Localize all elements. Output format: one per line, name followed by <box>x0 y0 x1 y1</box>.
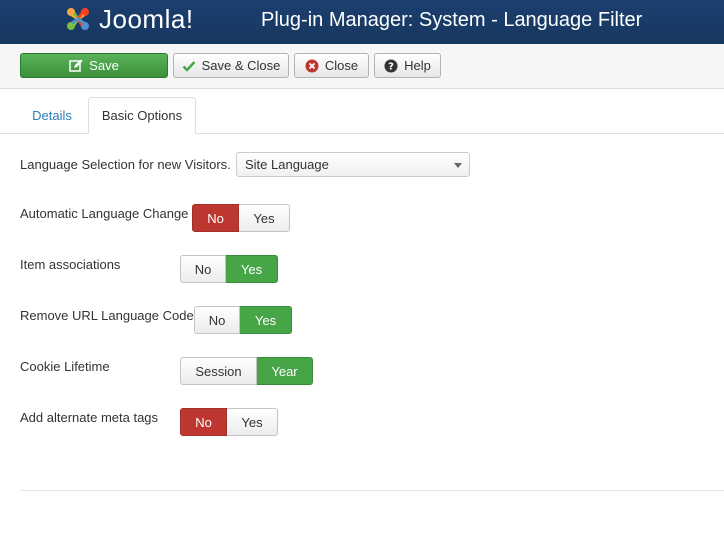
svg-text:?: ? <box>388 61 394 72</box>
lang-selection-label: Language Selection for new Visitors. <box>20 157 231 172</box>
check-icon <box>182 59 196 73</box>
close-label: Close <box>324 58 359 73</box>
tab-details[interactable]: Details <box>20 97 84 134</box>
save-button[interactable]: Save <box>20 53 168 78</box>
edit-icon <box>69 59 83 73</box>
app-header: Joomla! Plug-in Manager: System - Langua… <box>0 0 724 44</box>
save-close-button[interactable]: Save & Close <box>173 53 289 78</box>
joomla-logo[interactable]: Joomla! <box>63 4 194 34</box>
cookie-year[interactable]: Year <box>257 357 313 385</box>
save-close-label: Save & Close <box>201 58 281 73</box>
alt-meta-toggle: No Yes <box>180 408 278 436</box>
close-button[interactable]: Close <box>294 53 369 78</box>
page-title: Plug-in Manager: System - Language Filte… <box>261 9 643 31</box>
item-assoc-toggle: No Yes <box>180 255 278 283</box>
cookie-label: Cookie Lifetime <box>20 359 110 374</box>
auto-change-label: Automatic Language Change <box>20 206 189 221</box>
alt-meta-label: Add alternate meta tags <box>20 410 159 425</box>
form-divider <box>20 490 724 491</box>
save-label: Save <box>89 58 119 73</box>
help-label: Help <box>404 58 431 73</box>
help-icon: ? <box>384 59 398 73</box>
caret-down-icon <box>454 163 462 168</box>
cookie-toggle: Session Year <box>180 357 313 385</box>
toolbar: Save Save & Close Close ? Help <box>0 44 724 89</box>
alt-meta-no[interactable]: No <box>180 408 227 436</box>
remove-url-no[interactable]: No <box>194 306 240 334</box>
remove-url-yes[interactable]: Yes <box>240 306 292 334</box>
auto-change-yes[interactable]: Yes <box>239 204 290 232</box>
auto-change-toggle: No Yes <box>192 204 290 232</box>
item-assoc-yes[interactable]: Yes <box>226 255 278 283</box>
close-circle-icon <box>305 59 319 73</box>
lang-selection-select[interactable]: Site Language <box>236 152 470 177</box>
remove-url-toggle: No Yes <box>194 306 292 334</box>
help-button[interactable]: ? Help <box>374 53 441 78</box>
tab-basic-options[interactable]: Basic Options <box>88 97 196 134</box>
joomla-logo-icon <box>63 4 93 34</box>
lang-selection-value: Site Language <box>245 157 329 172</box>
remove-url-label: Remove URL Language Code <box>20 308 194 323</box>
cookie-session[interactable]: Session <box>180 357 257 385</box>
item-assoc-no[interactable]: No <box>180 255 226 283</box>
logo-text: Joomla! <box>99 3 194 34</box>
item-assoc-label: Item associations <box>20 257 121 272</box>
alt-meta-yes[interactable]: Yes <box>227 408 278 436</box>
auto-change-no[interactable]: No <box>192 204 239 232</box>
